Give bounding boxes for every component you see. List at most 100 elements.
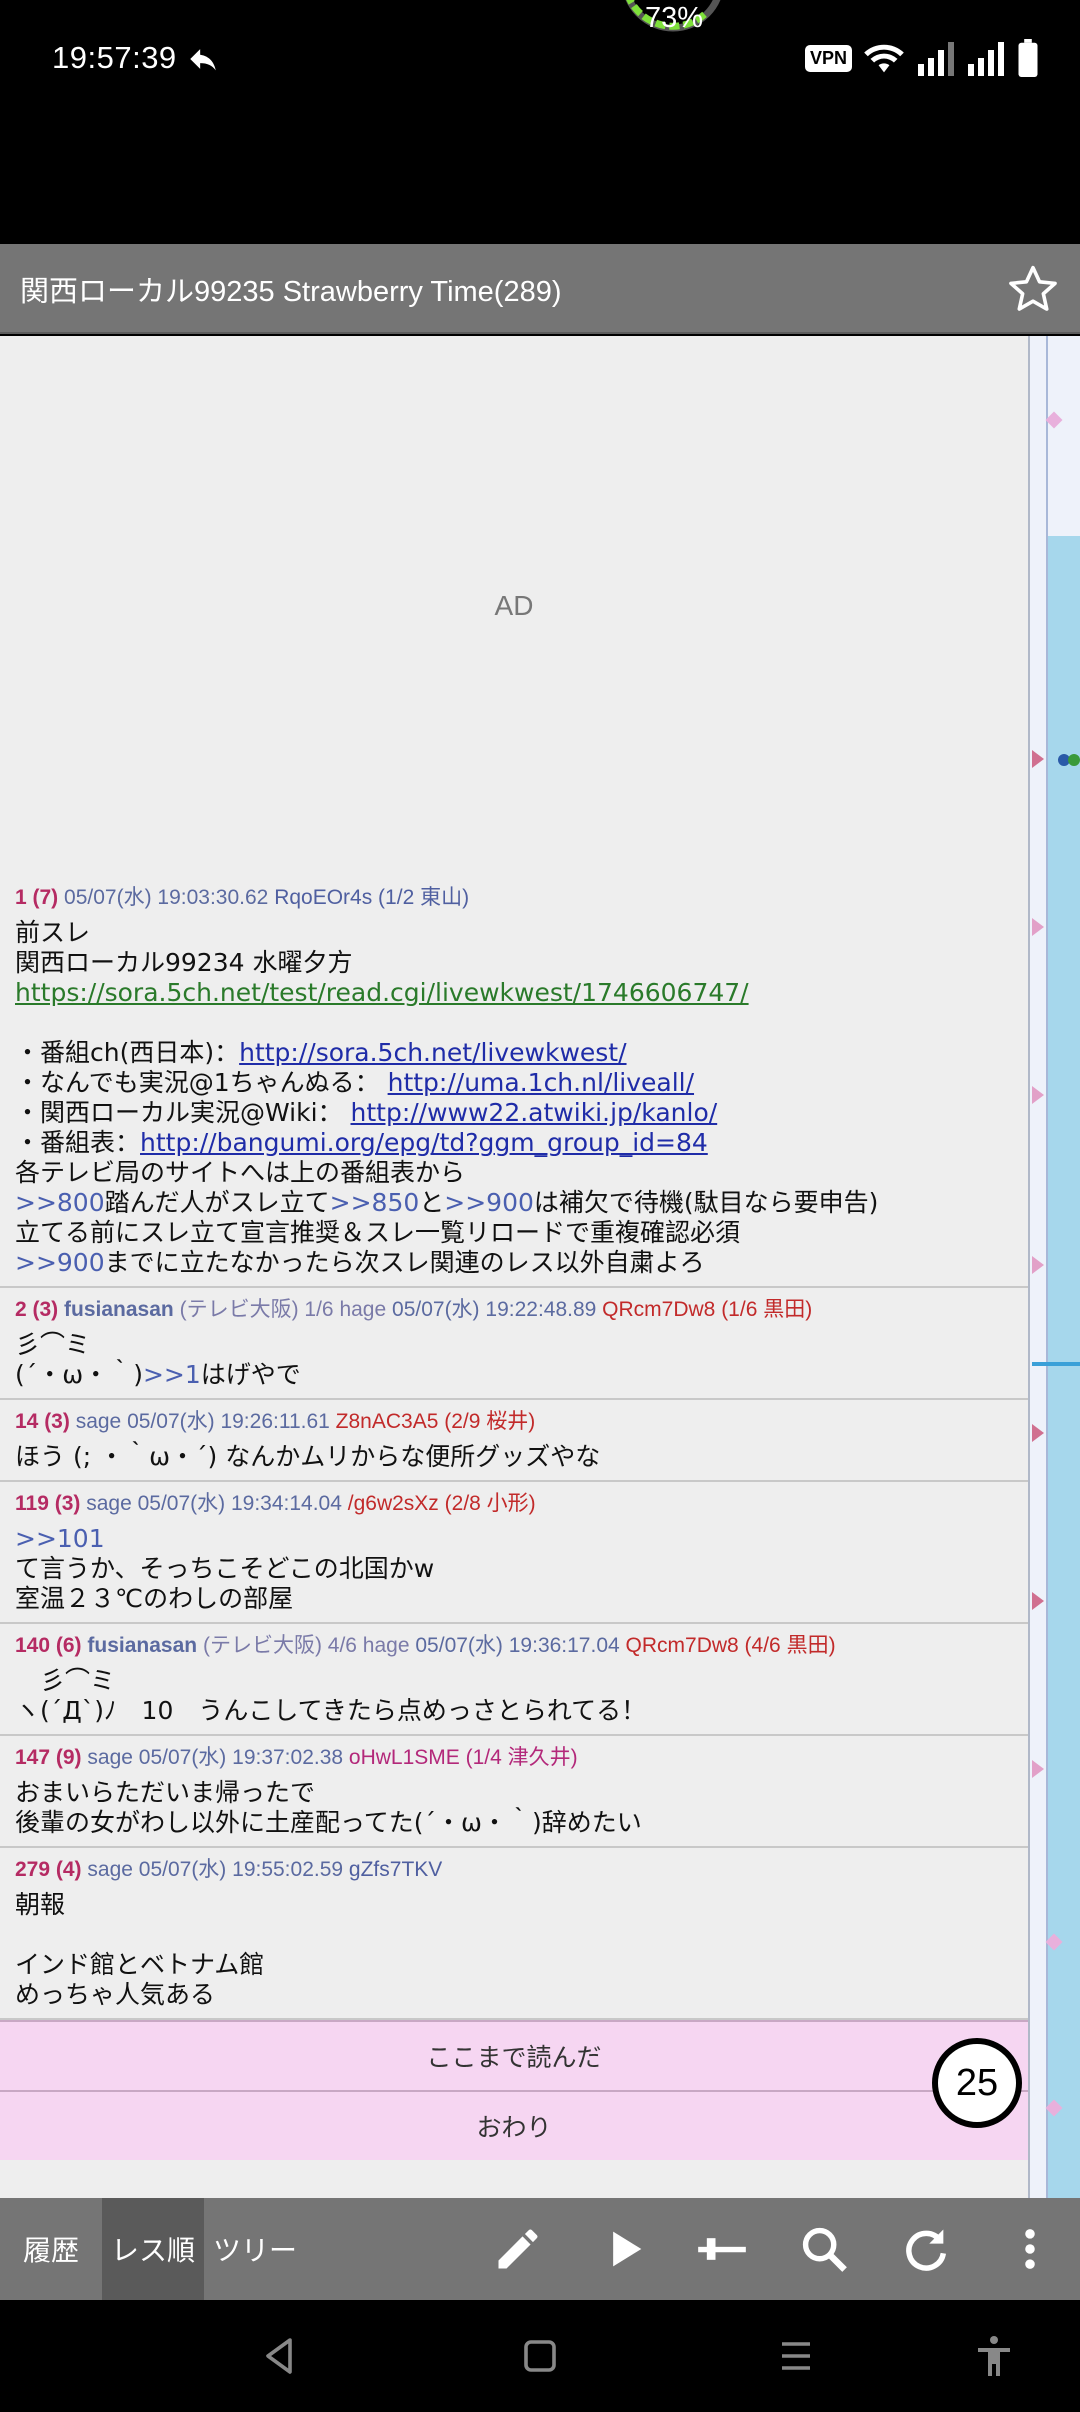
post-body: ほう (; ・｀ω・´) なんかムリからな便所グッズやな — [15, 1442, 1013, 1472]
post[interactable]: 2 (3) fusianasan (テレビ大阪) 1/6 hage 05/07(… — [0, 1288, 1028, 1400]
post-number[interactable]: 119 (3) — [15, 1492, 80, 1515]
post-header: 119 (3) sage 05/07(水) 19:34:14.04 /g6w2s… — [15, 1490, 1013, 1518]
anchor-link[interactable]: >>101 — [15, 1524, 105, 1553]
post-text: ・関西ローカル実況@Wiki： — [15, 1098, 351, 1127]
post[interactable]: 119 (3) sage 05/07(水) 19:34:14.04 /g6w2s… — [0, 1482, 1028, 1624]
post-id[interactable]: oHwL1SME (1/4 津久井) — [349, 1746, 578, 1769]
minimap-marker — [1032, 1086, 1044, 1104]
anchor-link[interactable]: >>900 — [15, 1248, 105, 1277]
minimap-position — [1032, 1362, 1080, 1366]
accessibility-icon[interactable] — [970, 2332, 1018, 2380]
anchor-link[interactable]: >>1 — [143, 1360, 201, 1389]
slider-icon[interactable] — [696, 2223, 748, 2275]
post-line — [15, 1920, 1013, 1950]
post-id[interactable]: gZfs7TKV — [349, 1858, 442, 1881]
tab-history[interactable]: 履歴 — [0, 2198, 102, 2300]
search-icon[interactable] — [798, 2223, 850, 2275]
post-number[interactable]: 14 (3) — [15, 1410, 70, 1433]
minimap-marker — [1032, 1760, 1044, 1778]
post-meta: sage 05/07(水) 19:26:11.61 — [75, 1410, 330, 1433]
post-text: ・番組表： — [15, 1128, 141, 1157]
post-text: 彡⌒ミ — [15, 1330, 91, 1359]
thread-content[interactable]: AD 1 (7) 05/07(水) 19:03:30.62 RqoEOr4s (… — [0, 336, 1028, 2198]
new-posts-count-badge[interactable]: 25 — [932, 2038, 1022, 2128]
post-number[interactable]: 2 (3) — [15, 1298, 58, 1321]
anchor-link[interactable]: >>900 — [444, 1188, 534, 1217]
post-body: 前スレ 関西ローカル99234 水曜夕方 https://sora.5ch.net/… — [15, 918, 1013, 1278]
post-line: て言うか、そっちこそどこの北国かw — [15, 1554, 1013, 1584]
minimap-marker — [1032, 750, 1044, 768]
url-link[interactable]: http://sora.5ch.net/livewkwest/ — [239, 1038, 626, 1067]
minimap-marker — [1032, 1424, 1044, 1442]
post-text: おまいらただいま帰ったで — [15, 1778, 316, 1807]
post[interactable]: 147 (9) sage 05/07(水) 19:37:02.38 oHwL1S… — [0, 1736, 1028, 1848]
url-link[interactable]: http://uma.1ch.nl/liveall/ — [388, 1068, 694, 1097]
post[interactable]: 279 (4) sage 05/07(水) 19:55:02.59 gZfs7T… — [0, 1848, 1028, 2020]
refresh-icon[interactable] — [900, 2223, 952, 2275]
post-line: おまいらただいま帰ったで — [15, 1778, 1013, 1808]
post-text: 立てる前にスレ立て宣言推奨＆スレ一覧リロードで重複確認必須 — [15, 1218, 741, 1247]
anchor-link[interactable]: >>800 — [15, 1188, 105, 1217]
post-author[interactable]: fusianasan — [87, 1634, 197, 1657]
signal-icon — [918, 42, 954, 76]
post-body: 彡⌒ミ (´・ω・｀)>>1はげやで — [15, 1330, 1013, 1390]
post-number[interactable]: 147 (9) — [15, 1746, 82, 1769]
post-line: 後輩の女がわし以外に土産配ってた(´・ω・｀)辞めたい — [15, 1808, 1013, 1838]
post-id[interactable]: RqoEOr4s (1/2 東山) — [274, 886, 469, 909]
minimap-marker — [1032, 918, 1044, 936]
post[interactable]: 140 (6) fusianasan (テレビ大阪) 4/6 hage 05/0… — [0, 1624, 1028, 1736]
post-body: >>101 て言うか、そっちこそどこの北国かw 室温２３℃のわしの部屋 — [15, 1524, 1013, 1614]
battery-icon — [1018, 39, 1038, 77]
ad-banner[interactable]: AD — [0, 336, 1028, 876]
post-line: >>101 — [15, 1524, 1013, 1554]
url-link[interactable]: http://www22.atwiki.jp/kanlo/ — [351, 1098, 718, 1127]
post-line: (´・ω・｀)>>1はげやで — [15, 1360, 1013, 1390]
wifi-icon — [864, 44, 904, 73]
home-icon[interactable] — [516, 2332, 564, 2380]
post-line: 朝報 — [15, 1890, 1013, 1920]
end-button[interactable]: おわり — [0, 2090, 1028, 2160]
post-author[interactable]: fusianasan — [64, 1298, 174, 1321]
post-text: 各テレビ局のサイトへは上の番組表から — [15, 1158, 466, 1187]
post-text: ・なんでも実況@1ちゃんぬる： — [15, 1068, 388, 1097]
tab-tree[interactable]: ツリー — [204, 2198, 306, 2300]
post-line: >>900までに立たなかったら次スレ関連のレス以外自粛よろ — [15, 1248, 1013, 1278]
post-id[interactable]: QRcm7Dw8 (1/6 黒田) — [602, 1298, 812, 1321]
post-meta: 05/07(水) 19:22:48.89 — [392, 1298, 597, 1321]
play-icon[interactable] — [598, 2223, 650, 2275]
recents-icon[interactable] — [772, 2332, 820, 2380]
post-text: 室温２３℃のわしの部屋 — [15, 1584, 294, 1613]
pencil-icon[interactable] — [492, 2223, 544, 2275]
post-id[interactable]: Z8nAC3A5 (2/9 桜井) — [336, 1410, 536, 1433]
post-line: https://sora.5ch.net/test/read.cgi/livew… — [15, 978, 1013, 1008]
back-icon[interactable] — [256, 2332, 304, 2380]
url-link[interactable]: https://sora.5ch.net/test/read.cgi/livew… — [15, 978, 749, 1007]
post-text: 関西ローカル99234 水曜夕方 — [15, 948, 353, 977]
vpn-badge: VPN — [804, 44, 852, 72]
post-header: 2 (3) fusianasan (テレビ大阪) 1/6 hage 05/07(… — [15, 1296, 1013, 1324]
post[interactable]: 14 (3) sage 05/07(水) 19:26:11.61 Z8nAC3A… — [0, 1400, 1028, 1482]
tab-order[interactable]: レス順 — [102, 2198, 204, 2300]
post-line — [15, 1008, 1013, 1038]
post-number[interactable]: 1 (7) — [15, 886, 58, 909]
post-line: 関西ローカル99234 水曜夕方 — [15, 948, 1013, 978]
thread-title[interactable]: 関西ローカル99235 Strawberry Time(289) — [20, 268, 562, 310]
scroll-minimap[interactable] — [1028, 336, 1080, 2198]
clock: 19:57:39 — [52, 40, 177, 75]
post[interactable]: 1 (7) 05/07(水) 19:03:30.62 RqoEOr4s (1/2… — [0, 876, 1028, 1288]
post-text: ほう (; ・｀ω・´) なんかムリからな便所グッズやな — [15, 1442, 601, 1471]
more-vert-icon[interactable] — [1004, 2223, 1056, 2275]
post-text: (´・ω・｀) — [15, 1360, 143, 1389]
post-number[interactable]: 140 (6) — [15, 1634, 82, 1657]
post-id[interactable]: QRcm7Dw8 (4/6 黒田) — [626, 1634, 836, 1657]
url-link[interactable]: http://bangumi.org/epg/td?ggm_group_id=8… — [140, 1128, 708, 1157]
post-number[interactable]: 279 (4) — [15, 1858, 82, 1881]
signal-icon-2 — [968, 42, 1004, 76]
thread-title-bar: 関西ローカル99235 Strawberry Time(289) — [0, 244, 1080, 334]
anchor-link[interactable]: >>850 — [330, 1188, 420, 1217]
post-text: 朝報 — [15, 1890, 66, 1919]
read-marker-button[interactable]: ここまで読んだ — [0, 2020, 1028, 2090]
post-body: おまいらただいま帰ったで 後輩の女がわし以外に土産配ってた(´・ω・｀)辞めたい — [15, 1778, 1013, 1838]
star-icon[interactable] — [1006, 262, 1060, 316]
post-id[interactable]: /g6w2sXz (2/8 小形) — [348, 1492, 536, 1515]
